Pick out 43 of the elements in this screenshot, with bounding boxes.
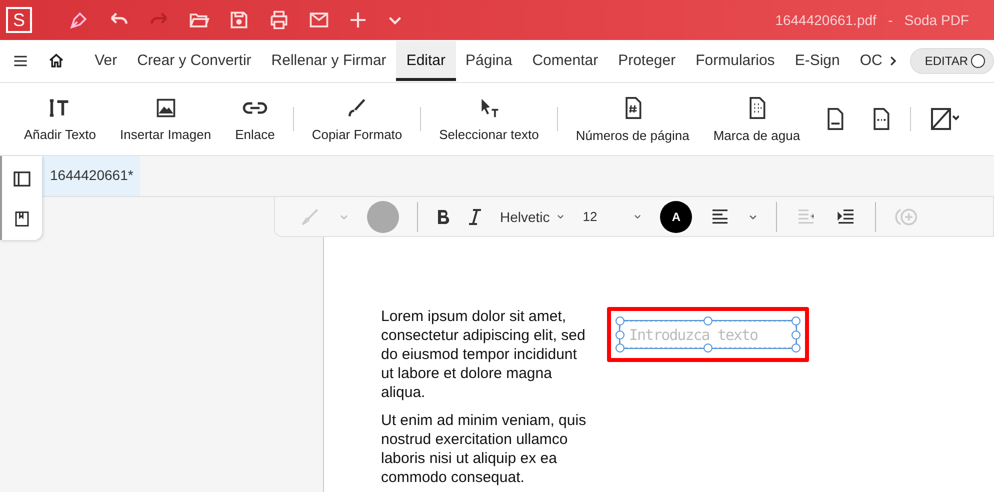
menu-tab[interactable]: OC (850, 41, 886, 81)
text-color-button[interactable]: A (660, 200, 692, 232)
ribbon-button[interactable]: Enlace (223, 96, 287, 142)
font-size-dropdown[interactable]: 12 (582, 209, 642, 224)
ribbon-button[interactable]: Marca de agua (701, 96, 812, 142)
image-icon (154, 96, 177, 118)
document-tab[interactable]: 1644420661* (42, 156, 140, 196)
text-cursor-icon (49, 96, 72, 118)
menu-tab[interactable]: Crear y Convertir (127, 41, 262, 81)
window-title: 1644420661.pdf - Soda PDF (775, 12, 969, 28)
resize-handle[interactable] (704, 344, 712, 352)
menu-tab[interactable]: Rellenar y Firmar (261, 41, 396, 81)
resize-handle[interactable] (704, 316, 712, 326)
bookmark-icon[interactable] (13, 210, 31, 228)
menu-tab[interactable]: Proteger (608, 41, 686, 81)
brush-icon (346, 96, 368, 118)
chevron-down-icon (556, 212, 565, 221)
print-icon[interactable] (268, 9, 290, 31)
menu-tab[interactable]: Comentar (522, 41, 608, 81)
ribbon-button[interactable]: Insertar Imagen (108, 96, 224, 142)
panel-icon[interactable] (12, 168, 32, 188)
ribbon-button[interactable]: Números de página (564, 96, 702, 142)
ribbon-button[interactable]: Copiar Formato (300, 96, 414, 142)
menu-tab[interactable]: Página (456, 41, 522, 81)
menu-tab[interactable]: Formularios (686, 41, 785, 81)
app-logo[interactable]: S (6, 7, 32, 33)
text-input-field[interactable]: Introduzca texto (620, 321, 796, 348)
italic-icon[interactable] (468, 208, 482, 224)
edit-toggle[interactable]: EDITAR (910, 48, 994, 74)
plus-icon[interactable] (348, 10, 368, 30)
ribbon-button[interactable]: Añadir Texto (12, 96, 108, 142)
chevron-down-icon (633, 212, 642, 221)
menu-tab[interactable]: Ver (84, 41, 128, 81)
paragraph: Ut enim ad minim veniam, quis nostrud exercitation ullamco laboris nisi ut aliquip ex ea commodo consequat. (381, 411, 588, 487)
save-icon[interactable] (228, 9, 250, 31)
menu-tab[interactable]: E-Sign (784, 41, 850, 81)
font-dropdown[interactable]: Helvetic (500, 208, 565, 224)
menu-tab[interactable]: Editar (396, 41, 456, 81)
align-left-icon[interactable] (710, 206, 730, 226)
crop-icon[interactable] (929, 106, 960, 132)
ribbon-button[interactable]: Seleccionar texto (427, 96, 551, 142)
paragraph: Lorem ipsum dolor sit amet, consectetur adipiscing elit, sed do eiusmod tempor incididunt ut labore et dolore magna aliqua. (381, 307, 586, 402)
bold-icon[interactable] (436, 208, 450, 224)
